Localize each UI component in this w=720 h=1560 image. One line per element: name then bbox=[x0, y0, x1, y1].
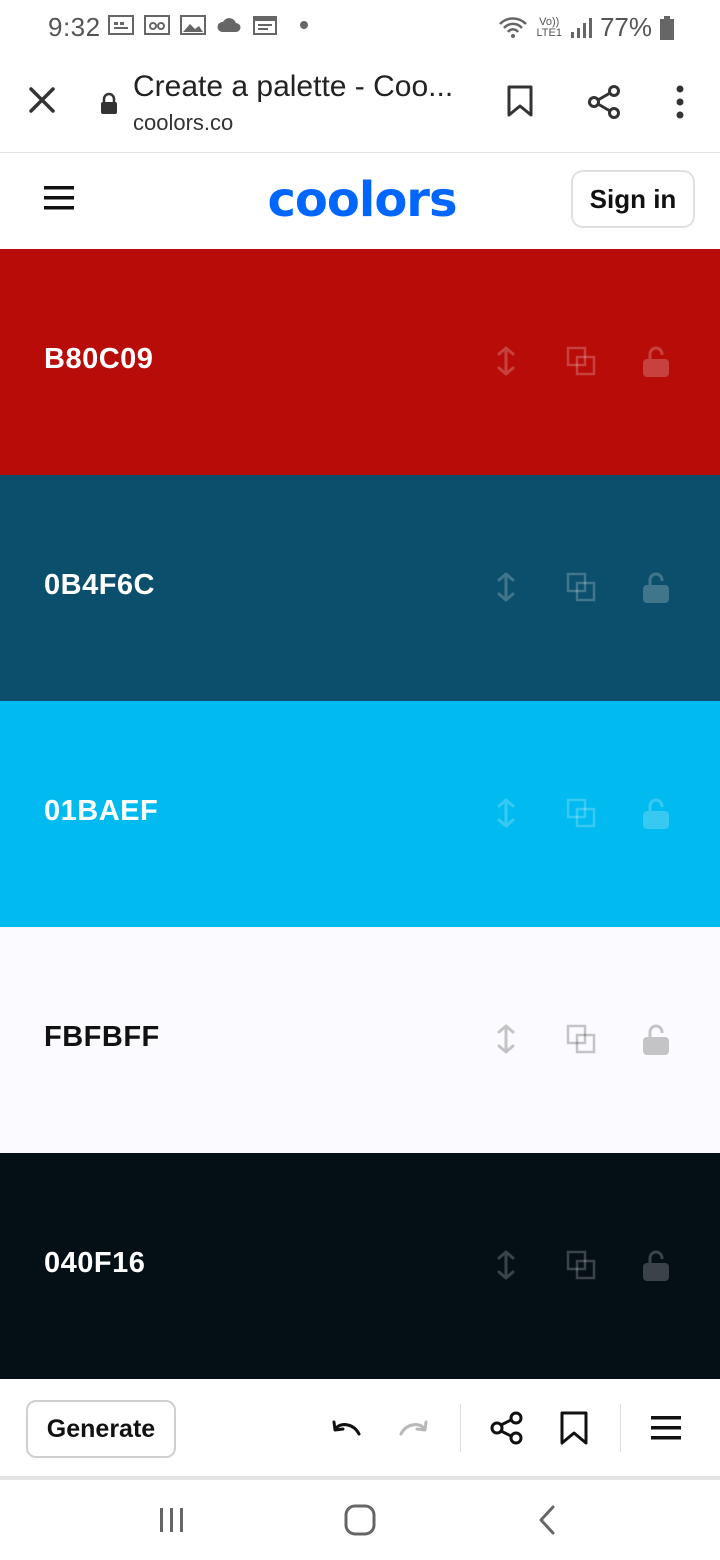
drag-handle-icon[interactable] bbox=[490, 1023, 522, 1055]
unlock-icon[interactable] bbox=[640, 797, 672, 829]
copy-icon[interactable] bbox=[565, 345, 597, 377]
copy-icon[interactable] bbox=[565, 1249, 597, 1281]
unlock-icon[interactable] bbox=[640, 1023, 672, 1055]
hex-code[interactable]: 040F16 bbox=[44, 1247, 145, 1280]
notification-icons bbox=[108, 14, 308, 36]
drag-handle-icon[interactable] bbox=[490, 571, 522, 603]
status-bar: 9:32 Vo)) LTE1 77% bbox=[0, 0, 720, 56]
home-icon[interactable] bbox=[340, 1502, 380, 1538]
bookmark-icon[interactable] bbox=[506, 84, 534, 118]
hex-code[interactable]: B80C09 bbox=[44, 343, 153, 376]
signal-icon bbox=[570, 17, 592, 38]
unlock-icon[interactable] bbox=[640, 1249, 672, 1281]
drag-handle-icon[interactable] bbox=[490, 797, 522, 829]
hex-code[interactable]: FBFBFF bbox=[44, 1021, 160, 1054]
color-swatch[interactable]: B80C09 bbox=[0, 249, 720, 475]
secure-lock-icon bbox=[101, 92, 117, 114]
page-url[interactable]: coolors.co bbox=[133, 110, 233, 136]
redo-icon[interactable] bbox=[396, 1410, 432, 1446]
palette-menu-icon[interactable] bbox=[648, 1410, 684, 1446]
color-swatch[interactable]: 0B4F6C bbox=[0, 475, 720, 701]
sign-in-button[interactable]: Sign in bbox=[571, 170, 695, 228]
hex-code[interactable]: 01BAEF bbox=[44, 795, 158, 828]
menu-icon[interactable] bbox=[44, 185, 74, 211]
unlock-icon[interactable] bbox=[640, 571, 672, 603]
undo-icon[interactable] bbox=[328, 1410, 364, 1446]
system-indicators: Vo)) LTE1 77% bbox=[498, 12, 674, 43]
battery-icon bbox=[660, 15, 674, 40]
page-title: Create a palette - Coo... bbox=[133, 70, 454, 103]
more-notifications-dot bbox=[300, 21, 308, 29]
share-palette-icon[interactable] bbox=[489, 1410, 525, 1446]
color-swatch[interactable]: 01BAEF bbox=[0, 701, 720, 927]
toolbar-divider bbox=[460, 1404, 461, 1452]
toolbar-divider bbox=[620, 1404, 621, 1452]
palette: B80C09 0B4F6C 01BAEF FBFBFF 040F16 bbox=[0, 249, 720, 1379]
calendar-notification-icon bbox=[108, 15, 134, 35]
wifi-icon bbox=[499, 16, 528, 38]
coolors-logo[interactable]: coolors bbox=[248, 165, 476, 235]
site-header: coolors Sign in bbox=[0, 153, 720, 248]
save-palette-icon[interactable] bbox=[556, 1410, 592, 1446]
more-options-icon[interactable] bbox=[670, 84, 690, 120]
browser-toolbar: Create a palette - Coo... coolors.co bbox=[0, 56, 720, 154]
share-icon[interactable] bbox=[586, 84, 622, 120]
calendar-icon bbox=[253, 16, 277, 35]
battery-percentage: 77% bbox=[599, 12, 652, 42]
color-swatch[interactable]: 040F16 bbox=[0, 1153, 720, 1379]
copy-icon[interactable] bbox=[565, 1023, 597, 1055]
volte-indicator: Vo)) LTE1 bbox=[536, 15, 562, 39]
copy-icon[interactable] bbox=[565, 797, 597, 829]
close-tab-icon[interactable] bbox=[26, 84, 58, 116]
unlock-icon[interactable] bbox=[640, 345, 672, 377]
color-swatch[interactable]: FBFBFF bbox=[0, 927, 720, 1153]
hex-code[interactable]: 0B4F6C bbox=[44, 569, 155, 602]
palette-toolbar: Generate bbox=[0, 1380, 720, 1480]
back-icon[interactable] bbox=[527, 1502, 567, 1538]
drag-handle-icon[interactable] bbox=[490, 1249, 522, 1281]
status-time: 9:32 bbox=[48, 12, 101, 42]
recent-apps-icon[interactable] bbox=[152, 1502, 192, 1538]
copy-icon[interactable] bbox=[565, 571, 597, 603]
generate-button[interactable]: Generate bbox=[26, 1400, 176, 1458]
cloud-icon bbox=[217, 18, 241, 32]
drag-handle-icon[interactable] bbox=[490, 345, 522, 377]
gallery-icon bbox=[180, 15, 206, 35]
voicemail-icon bbox=[144, 15, 170, 35]
system-navigation-bar bbox=[0, 1480, 720, 1560]
